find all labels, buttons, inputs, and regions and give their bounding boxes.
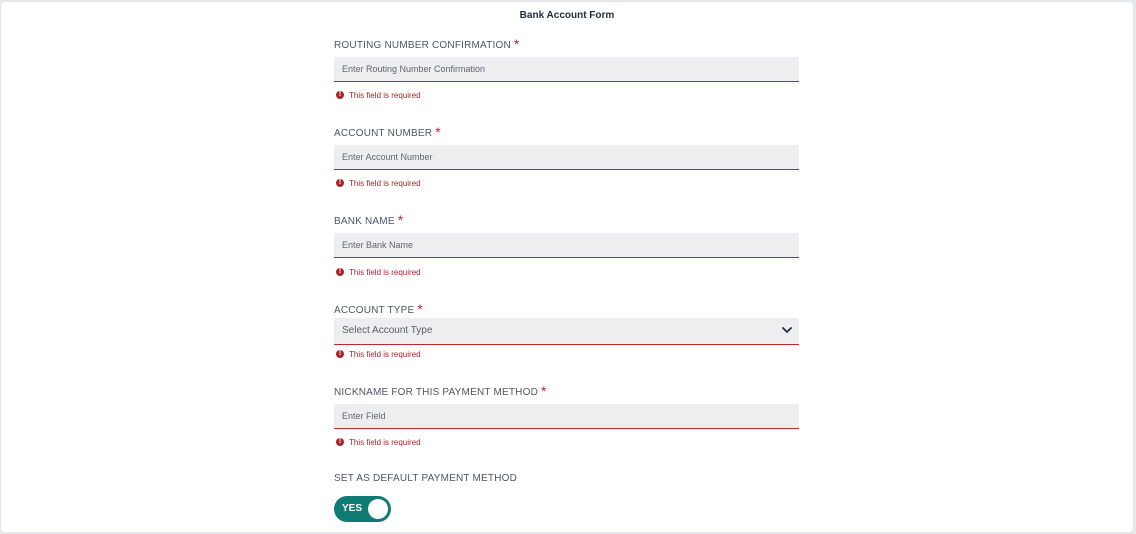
toggle-state-text: YES	[342, 503, 363, 514]
account-number-label: ACCOUNT NUMBER *	[334, 124, 441, 140]
account-type-selected-value: Select Account Type	[342, 325, 433, 336]
chevron-down-icon	[782, 327, 792, 333]
routing-number-confirmation-input[interactable]: Enter Routing Number Confirmation	[334, 57, 799, 82]
error-text: This field is required	[349, 349, 421, 359]
routing-number-confirmation-label: ROUTING NUMBER CONFIRMATION *	[334, 36, 520, 52]
account-number-field: ACCOUNT NUMBER * Enter Account Number ! T…	[334, 124, 799, 188]
account-number-error: ! This field is required	[336, 178, 421, 188]
account-type-select[interactable]: Select Account Type	[334, 318, 799, 345]
account-number-input[interactable]: Enter Account Number	[334, 145, 799, 170]
bank-name-input[interactable]: Enter Bank Name	[334, 233, 799, 258]
error-icon: !	[336, 91, 344, 99]
default-payment-field: SET AS DEFAULT PAYMENT METHOD	[334, 472, 799, 486]
error-text: This field is required	[349, 267, 421, 277]
error-icon: !	[336, 350, 344, 358]
nickname-input[interactable]: Enter Field	[334, 404, 799, 429]
default-payment-label: SET AS DEFAULT PAYMENT METHOD	[334, 473, 518, 484]
bank-name-label: BANK NAME *	[334, 212, 404, 228]
default-payment-toggle[interactable]: YES	[334, 496, 391, 522]
error-icon: !	[336, 438, 344, 446]
error-text: This field is required	[349, 178, 421, 188]
required-asterisk: *	[541, 383, 547, 399]
nickname-field: NICKNAME FOR THIS PAYMENT METHOD * Enter …	[334, 383, 799, 447]
error-text: This field is required	[349, 437, 421, 447]
required-asterisk: *	[513, 36, 520, 52]
error-icon: !	[336, 268, 344, 276]
routing-number-confirmation-error: ! This field is required	[336, 90, 421, 100]
required-asterisk: *	[435, 124, 441, 140]
toggle-knob	[368, 499, 388, 519]
account-type-error: ! This field is required	[336, 349, 421, 359]
routing-number-confirmation-field: ROUTING NUMBER CONFIRMATION * Enter Routi…	[334, 36, 799, 100]
error-icon: !	[336, 179, 344, 187]
nickname-error: ! This field is required	[336, 437, 421, 447]
nickname-label: NICKNAME FOR THIS PAYMENT METHOD *	[334, 383, 547, 399]
bank-name-error: ! This field is required	[336, 267, 421, 277]
required-asterisk: *	[397, 212, 404, 228]
account-type-field: ACCOUNT TYPE * Select Account Type ! This…	[334, 301, 799, 359]
bank-name-field: BANK NAME * Enter Bank Name ! This field …	[334, 212, 799, 277]
account-type-label: ACCOUNT TYPE *	[334, 301, 424, 317]
error-text: This field is required	[349, 90, 421, 100]
required-asterisk: *	[417, 301, 424, 317]
form-title: Bank Account Form	[519, 10, 615, 21]
